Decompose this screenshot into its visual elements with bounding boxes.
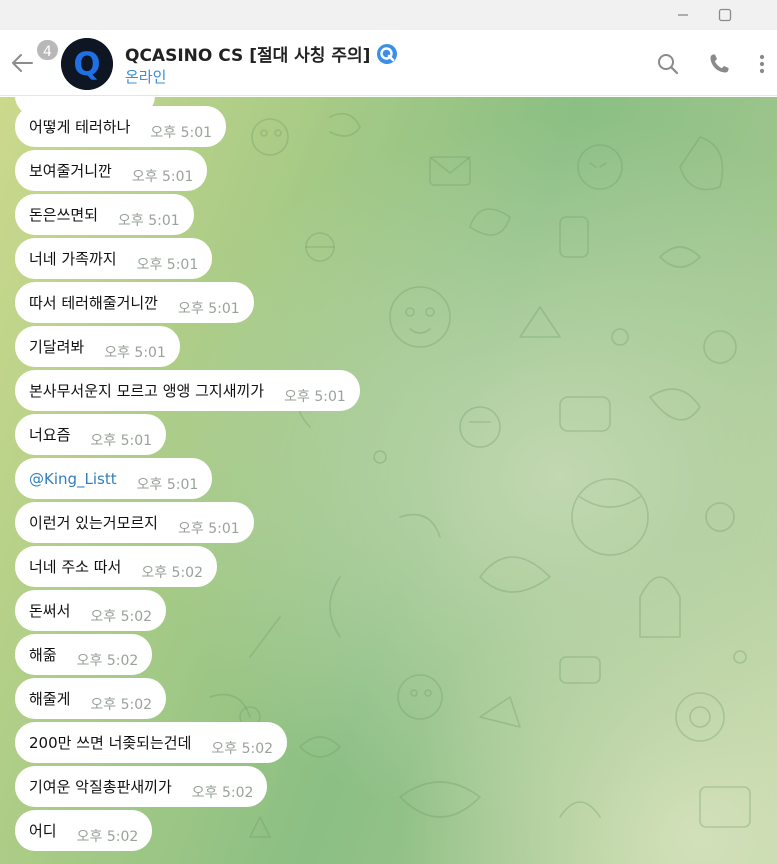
message-text: 너요즘 bbox=[29, 426, 71, 444]
message-bubble[interactable]: 200만 쓰면 너좆되는건데 오후 5:02 bbox=[15, 722, 288, 763]
message-text: 어디 bbox=[29, 822, 57, 840]
call-button[interactable] bbox=[705, 50, 733, 78]
message-time: 오후 5:01 bbox=[104, 344, 166, 361]
message-bubble[interactable]: 이런거 있는거모르지 오후 5:01 bbox=[15, 502, 254, 543]
message-text: 본사무서운지 모르고 앵앵 그지새끼가 bbox=[29, 382, 265, 400]
svg-text:Q: Q bbox=[73, 45, 100, 83]
phone-icon bbox=[710, 54, 729, 73]
message-bubble[interactable]: 보여줄거니깐 오후 5:01 bbox=[15, 150, 208, 191]
message-bubble[interactable]: 너네 가족까지 오후 5:01 bbox=[15, 238, 213, 279]
message-text: 이런거 있는거모르지 bbox=[29, 514, 158, 532]
message-text: 기여운 악질총판새끼가 bbox=[29, 778, 172, 796]
message-text: 기달려봐 bbox=[29, 338, 85, 356]
maximize-icon bbox=[718, 8, 732, 22]
search-button[interactable] bbox=[654, 50, 682, 78]
message-bubble[interactable]: 너요즘 오후 5:01 bbox=[15, 414, 167, 455]
message-bubble[interactable]: @King_Listt 오후 5:01 bbox=[15, 458, 213, 499]
message-time: 오후 5:02 bbox=[211, 740, 274, 757]
message-time: 오후 5:02 bbox=[90, 696, 153, 713]
message-text: 해줄게 bbox=[29, 690, 71, 708]
message-time: 오후 5:01 bbox=[90, 432, 153, 449]
unread-badge: 4 bbox=[35, 38, 60, 62]
message-text: 너네 주소 따서 bbox=[29, 558, 122, 576]
window-titlebar bbox=[0, 0, 777, 30]
message-bubble[interactable]: 어떻게 테러하나 오후 5:01 bbox=[15, 106, 227, 147]
minimize-button[interactable] bbox=[660, 0, 706, 30]
avatar[interactable]: Q bbox=[61, 38, 113, 90]
more-menu-button[interactable] bbox=[748, 50, 776, 78]
message-bubble[interactable]: 어디 오후 5:02 bbox=[15, 810, 153, 851]
chat-status: 온라인 bbox=[125, 68, 167, 86]
message-time: 오후 5:01 bbox=[136, 256, 199, 273]
message-time: 오후 5:02 bbox=[76, 652, 139, 669]
message-time: 오후 5:02 bbox=[141, 564, 203, 581]
message-time: 오후 5:01 bbox=[177, 520, 240, 537]
message-text: 해줆 bbox=[29, 646, 57, 664]
message-bubble[interactable]: 너네 주소 따서 오후 5:02 bbox=[15, 546, 217, 587]
message-time: 오후 5:01 bbox=[284, 388, 346, 405]
back-arrow-icon bbox=[12, 54, 33, 72]
message-time: 오후 5:01 bbox=[150, 124, 213, 141]
message-text: 돈써서 bbox=[29, 602, 71, 620]
message-time: 오후 5:02 bbox=[90, 608, 153, 625]
minimize-icon bbox=[678, 14, 688, 16]
message-text: 돈은쓰면되 bbox=[29, 206, 99, 224]
chat-title[interactable]: QCASINO CS [절대 사칭 주의] bbox=[125, 41, 398, 66]
message-time: 오후 5:01 bbox=[136, 476, 199, 493]
chat-message-area[interactable]: 어떻게 테러하나 오후 5:01 보여줄거니깐 오후 5:01 돈은쓰면되 오후… bbox=[0, 97, 777, 864]
message-time: 오후 5:01 bbox=[177, 300, 240, 317]
chat-header: 4 Q QCASINO CS [절대 사칭 주의] 온라인 bbox=[0, 30, 777, 96]
search-icon bbox=[658, 54, 679, 75]
message-text: 보여줄거니깐 bbox=[29, 162, 112, 180]
message-bubble[interactable]: 따서 테러해줄거니깐 오후 5:01 bbox=[15, 282, 254, 323]
more-vert-icon bbox=[759, 54, 765, 74]
message-bubble[interactable]: 기여운 악질총판새끼가 오후 5:02 bbox=[15, 766, 268, 807]
message-time: 오후 5:01 bbox=[131, 168, 194, 185]
message-bubble[interactable]: 기달려봐 오후 5:01 bbox=[15, 326, 180, 367]
chat-title-text: QCASINO CS [절대 사칭 주의] bbox=[125, 46, 371, 66]
message-time: 오후 5:01 bbox=[118, 212, 180, 229]
message-text: 어떻게 테러하나 bbox=[29, 118, 131, 136]
message-time: 오후 5:02 bbox=[76, 828, 139, 845]
message-text: 200만 쓰면 너좆되는건데 bbox=[29, 734, 192, 752]
message-text: 너네 가족까지 bbox=[29, 250, 117, 268]
verified-q-icon bbox=[377, 43, 398, 64]
message-time: 오후 5:02 bbox=[191, 784, 254, 801]
maximize-button[interactable] bbox=[702, 0, 748, 30]
message-bubble[interactable]: 본사무서운지 모르고 앵앵 그지새끼가 오후 5:01 bbox=[15, 370, 360, 411]
message-bubble[interactable]: 해줄게 오후 5:02 bbox=[15, 678, 167, 719]
mention-link[interactable]: @King_Listt bbox=[29, 470, 117, 488]
message-bubble[interactable]: 돈써서 오후 5:02 bbox=[15, 590, 167, 631]
message-bubble[interactable]: 돈은쓰면되 오후 5:01 bbox=[15, 194, 194, 235]
message-bubble[interactable]: 해줆 오후 5:02 bbox=[15, 634, 153, 675]
message-text: 따서 테러해줄거니깐 bbox=[29, 294, 158, 312]
